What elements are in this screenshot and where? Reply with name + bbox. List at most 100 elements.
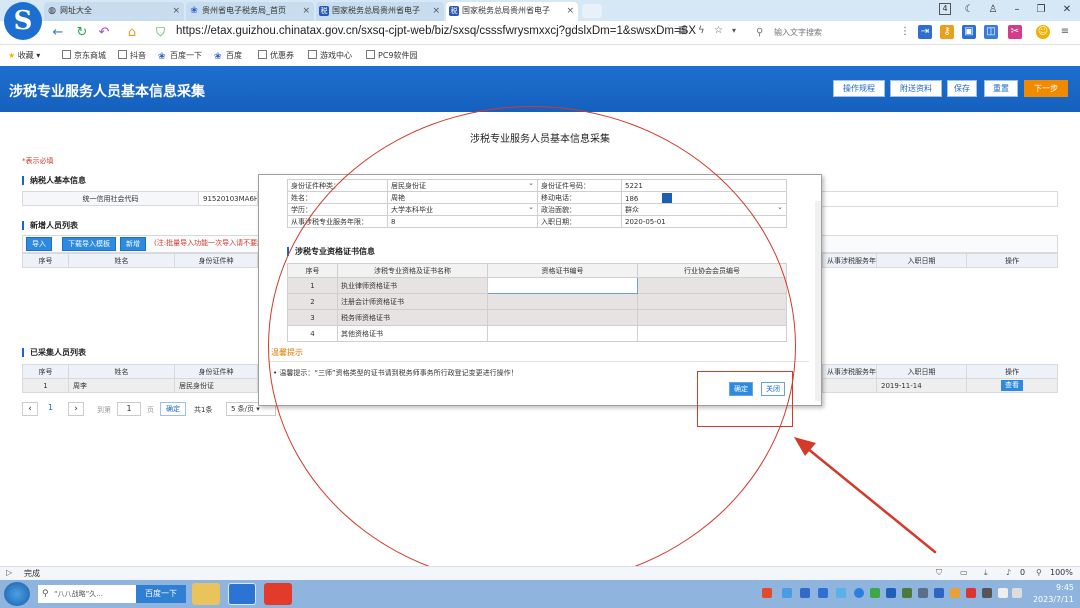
import-button[interactable]: 导入 xyxy=(26,237,52,251)
shield-icon[interactable]: ⛉ xyxy=(936,568,942,578)
tray-display-icon[interactable] xyxy=(836,588,846,598)
bookmark-baidu[interactable]: ❀ 百度 xyxy=(214,50,242,62)
network-icon[interactable] xyxy=(1012,588,1022,598)
scissors-icon[interactable]: ✂ xyxy=(1008,25,1022,39)
star-icon[interactable]: ☆ xyxy=(714,25,723,36)
pager-page-input[interactable]: 1 xyxy=(117,402,141,416)
paw-icon: ❀ xyxy=(214,52,222,62)
col-years: 从事涉税服务年限 xyxy=(822,253,877,268)
key-icon[interactable]: ⚷ xyxy=(940,25,954,39)
dialog-scrollbar[interactable] xyxy=(815,201,821,401)
close-tab-icon[interactable]: × xyxy=(432,2,440,20)
zoom-icon[interactable]: ⚲ xyxy=(1036,568,1042,577)
action-center-icon[interactable] xyxy=(982,588,992,598)
tray-usb-icon[interactable] xyxy=(918,588,928,598)
pager-prev-button[interactable]: ‹ xyxy=(22,402,38,416)
tv-icon[interactable]: ▭ xyxy=(960,568,968,577)
file-explorer-icon[interactable] xyxy=(192,583,220,605)
tab-count-badge[interactable]: 4 xyxy=(939,3,951,15)
close-tab-icon[interactable]: × xyxy=(566,2,574,20)
lightning-icon[interactable]: ϟ xyxy=(698,25,705,36)
tray-app-icon[interactable] xyxy=(762,588,772,598)
shirt-icon[interactable]: ♙ xyxy=(986,3,1000,17)
browser-logo-icon[interactable]: S xyxy=(4,2,42,40)
bluetooth-icon[interactable] xyxy=(886,588,896,598)
tray-cloud-icon[interactable] xyxy=(782,588,792,598)
bookmark-games[interactable]: 游戏中心 xyxy=(308,50,352,61)
maximize-icon[interactable]: ❐ xyxy=(1034,3,1048,17)
download-icon[interactable]: ⤓ xyxy=(984,568,988,578)
wps-office-icon[interactable] xyxy=(264,583,292,605)
bookmark-baidu-search[interactable]: ❀ 百度一下 xyxy=(158,50,202,62)
start-button[interactable] xyxy=(4,582,30,606)
status-text: 完成 xyxy=(24,569,40,578)
col-entry-date: 入职日期 xyxy=(876,253,967,268)
tray-input-icon[interactable] xyxy=(934,588,944,598)
screenshot-icon[interactable]: ▣ xyxy=(962,25,976,39)
tray-folder-icon[interactable] xyxy=(950,588,960,598)
back-icon[interactable]: ← xyxy=(50,25,66,41)
tray-shield-icon[interactable] xyxy=(800,588,810,598)
tab-tax-bureau-1[interactable]: 税 国家税务总局贵州省电子 × xyxy=(316,2,444,21)
browser-search-input[interactable]: ⚲ 输入文字搜索 xyxy=(752,24,902,42)
close-tab-icon[interactable]: × xyxy=(172,2,180,20)
close-tab-icon[interactable]: × xyxy=(302,2,310,20)
tab-tax-bureau-2[interactable]: 税 国家税务总局贵州省电子 × xyxy=(446,2,578,21)
address-bar[interactable]: ⛉ https://etax.guizhou.chinatax.gov.cn/s… xyxy=(152,24,746,42)
more-icon[interactable]: ⋮ xyxy=(898,25,912,39)
procedure-button[interactable]: 操作规程 xyxy=(833,80,885,97)
tab-strip: ◍ 网址大全 × ❀ 贵州省电子税务局_首页 × 税 国家税务总局贵州省电子 ×… xyxy=(0,0,1080,21)
undo-icon[interactable]: ↶ xyxy=(96,25,112,41)
sidebar-toggle-icon[interactable]: ▷ xyxy=(6,568,12,577)
collected-list-table: 序号 姓名 身份证件种 1 周李 居民身份证 xyxy=(22,364,258,393)
taskbar-search-button[interactable]: 百度一下 xyxy=(136,585,186,603)
minimize-icon[interactable]: – xyxy=(1010,3,1024,17)
zoom-level[interactable]: 100% xyxy=(1050,568,1073,577)
save-button[interactable]: 保存 xyxy=(947,80,977,97)
bookmark-pc9[interactable]: PC9软件园 xyxy=(366,50,418,61)
tab-label: 国家税务总局贵州省电子 xyxy=(332,6,420,15)
tab-guizhou-etax-home[interactable]: ❀ 贵州省电子税务局_首页 × xyxy=(186,2,314,21)
login-icon[interactable]: ⇥ xyxy=(918,25,932,39)
bookmark-jd[interactable]: 京东商城 xyxy=(62,50,106,61)
address-url[interactable]: https://etax.guizhou.chinatax.gov.cn/sxs… xyxy=(176,25,696,37)
volume-icon[interactable] xyxy=(998,588,1008,598)
chevron-down-icon[interactable]: ▾ xyxy=(732,26,736,35)
emoji-icon[interactable]: ☺ xyxy=(1036,25,1050,39)
tray-wechat-icon[interactable] xyxy=(870,588,880,598)
add-button[interactable]: 新增 xyxy=(120,237,146,251)
table-row: 2019-11-14 查看 xyxy=(822,378,1058,393)
tray-network-icon[interactable] xyxy=(818,588,828,598)
speaker-icon[interactable]: ♪ xyxy=(1006,568,1011,577)
refresh-icon[interactable]: ↻ xyxy=(74,25,90,41)
attachments-button[interactable]: 附送资料 xyxy=(890,80,942,97)
home-icon[interactable]: ⌂ xyxy=(124,25,140,41)
bookmark-favorites[interactable]: ★ 收藏 ▾ xyxy=(8,50,40,61)
sogou-browser-taskbar-icon[interactable] xyxy=(228,583,256,605)
row-index: 1 xyxy=(22,378,69,393)
tray-gpu-icon[interactable] xyxy=(902,588,912,598)
pager-confirm-button[interactable]: 确定 xyxy=(160,402,186,416)
taskbar-search-input[interactable]: ⚲ “八八战略”久... xyxy=(38,585,136,603)
taxpayer-info-table-right xyxy=(822,191,1058,207)
pager-current[interactable]: 1 xyxy=(48,403,53,412)
next-step-button[interactable]: 下一步 xyxy=(1024,80,1068,97)
annotation-box xyxy=(697,371,793,427)
menu-icon[interactable]: ≡ xyxy=(1058,25,1072,39)
view-button[interactable]: 查看 xyxy=(1001,380,1023,391)
qr-code-icon[interactable]: ▦ xyxy=(678,25,687,36)
bookmark-douyin[interactable]: 抖音 xyxy=(118,50,146,61)
reset-button[interactable]: 重置 xyxy=(984,80,1018,97)
window-icon[interactable]: ◫ xyxy=(984,25,998,39)
download-template-button[interactable]: 下载导入模板 xyxy=(62,237,116,251)
tab-url-directory[interactable]: ◍ 网址大全 × xyxy=(44,2,184,21)
col-index: 序号 xyxy=(22,253,69,268)
skin-icon[interactable]: ☾ xyxy=(962,3,976,17)
pager-next-button[interactable]: › xyxy=(68,402,84,416)
system-clock[interactable]: 9:45 2023/7/11 xyxy=(1033,582,1074,606)
new-tab-button[interactable] xyxy=(582,4,602,18)
bookmark-coupons[interactable]: 优惠券 xyxy=(258,50,294,61)
tray-flag-icon[interactable] xyxy=(966,588,976,598)
close-window-icon[interactable]: ✕ xyxy=(1060,3,1074,17)
tray-browser-icon[interactable] xyxy=(854,588,864,598)
